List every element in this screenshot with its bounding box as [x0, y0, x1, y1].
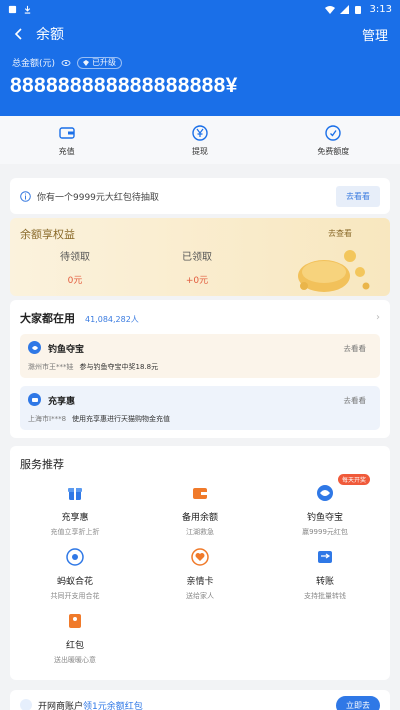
wallet-icon: [191, 484, 209, 502]
fishing-icon: [316, 484, 334, 502]
wifi-icon: [324, 5, 335, 14]
popular-item-fishing[interactable]: 钓鱼夺宝 去看看 滁州市王***娃 参与钓鱼夺宝中奖18.8元: [20, 334, 380, 378]
popular-card: 大家都在用 41,084,282人 › 钓鱼夺宝 去看看 滁州市王***娃 参与钓…: [10, 300, 390, 438]
service-sub: 充值立享折上折: [50, 528, 100, 536]
popular-item-chongxianghui[interactable]: 充享惠 去看看 上海市I***8 使用充享惠进行天猫购物金充值: [20, 386, 380, 430]
service-transfer[interactable]: 转账 支持批量转钱: [270, 548, 380, 601]
service-name: 备用余额: [181, 513, 218, 523]
service-name: 亲情卡: [186, 577, 214, 587]
service-chongxianghui[interactable]: 充享惠 充值立享折上折: [20, 484, 130, 537]
service-sub: 共同开支用合花: [50, 592, 100, 600]
battery-icon: [354, 5, 364, 14]
popular-item-text: 使用充享惠进行天猫购物金充值: [72, 415, 171, 423]
received-column: 已领取 +0元: [182, 248, 212, 286]
rights-title: 余额享权益: [20, 228, 75, 241]
notice-go-button[interactable]: 去看看: [336, 185, 380, 207]
free-quota-label: 免费额度: [317, 146, 350, 156]
service-family-card[interactable]: 亲情卡 送给家人: [145, 548, 255, 601]
received-label: 已领取: [182, 252, 212, 263]
action-row: 充值 提现 免费额度: [0, 116, 400, 164]
popular-item-name: 充享惠: [48, 397, 76, 407]
withdraw-icon: [191, 124, 209, 142]
service-fishing[interactable]: 每天开奖 钓鱼夺宝 赢9999元红包: [270, 474, 380, 537]
open-account-prefix: 开网商账户: [38, 701, 84, 710]
withdraw-label: 提现: [191, 146, 208, 156]
open-account-text: 开网商账户领1元余额红包: [38, 699, 143, 710]
status-time: 3:13: [369, 3, 392, 15]
coupon-icon: [28, 393, 41, 406]
service-sub: 江湖救急: [186, 528, 214, 536]
balance-amount: 888888888888888888¥: [10, 74, 238, 97]
manage-button[interactable]: 管理: [362, 25, 388, 44]
service-ant-hehua[interactable]: 蚂蚁合花 共同开支用合花: [20, 548, 130, 601]
open-account-highlight: 领1元余额红包: [83, 701, 143, 710]
piggy-bank-icon: [298, 250, 370, 292]
transfer-icon: [316, 548, 334, 566]
eye-icon[interactable]: [61, 58, 71, 68]
download-icon: [23, 5, 32, 14]
popular-title: 大家都在用: [20, 312, 75, 325]
popular-item-go[interactable]: 去看看: [344, 395, 367, 406]
free-quota-button[interactable]: 免费额度: [267, 116, 400, 164]
recharge-label: 充值: [58, 146, 75, 156]
rights-view-link[interactable]: 去查看: [328, 228, 352, 239]
free-quota-icon: [324, 124, 342, 142]
flower-icon: [66, 548, 84, 566]
red-packet-icon: [66, 612, 84, 630]
service-name: 红包: [65, 641, 84, 651]
heart-icon: [191, 548, 209, 566]
service-red-packet[interactable]: 红包 送出暖暖心意: [20, 612, 130, 665]
withdraw-button[interactable]: 提现: [133, 116, 266, 164]
service-sub: 赢9999元红包: [302, 528, 348, 536]
popular-item-name: 钓鱼夺宝: [48, 345, 85, 355]
popular-item-user: 上海市I***8: [28, 415, 67, 423]
popular-item-go[interactable]: 去看看: [344, 343, 367, 354]
back-arrow-icon[interactable]: [12, 27, 26, 41]
pending-column: 待领取 0元: [60, 248, 90, 286]
service-sub: 支持批量转钱: [304, 592, 346, 600]
services-card: 服务推荐 充享惠 充值立享折上折 备用余额 江湖救急 每天开奖 钓鱼夺宝 赢99…: [10, 446, 390, 680]
total-amount-label: 总金额(元): [12, 59, 56, 69]
recharge-button[interactable]: 充值: [0, 116, 133, 164]
pending-label: 待领取: [60, 252, 90, 263]
service-name: 钓鱼夺宝: [306, 513, 343, 523]
popular-count: 41,084,282人: [85, 315, 139, 324]
services-title: 服务推荐: [20, 458, 64, 471]
service-sub: 送给家人: [186, 592, 214, 600]
info-icon: [20, 190, 31, 202]
balance-header: 余额 管理 总金额(元) 已升级 888888888888888888¥: [0, 18, 400, 116]
notice-text: 你有一个9999元大红包待抽取: [37, 192, 159, 203]
popular-item-user: 滁州市王***娃: [28, 363, 74, 371]
open-account-banner[interactable]: 开网商账户领1元余额红包 立即去: [10, 690, 390, 710]
balance-rights-card[interactable]: 余额享权益 去查看 待领取 0元 已领取 +0元: [10, 218, 390, 296]
service-name: 充享惠: [61, 513, 89, 523]
page-title: 余额: [36, 26, 64, 42]
fishing-icon: [28, 341, 41, 354]
service-name: 蚂蚁合花: [56, 577, 93, 587]
bank-icon: [20, 699, 32, 710]
signal-icon: [339, 4, 349, 14]
popular-item-desc: 上海市I***8 使用充享惠进行天猫购物金充值: [28, 414, 170, 424]
red-packet-notice[interactable]: 你有一个9999元大红包待抽取 去看看: [10, 178, 390, 214]
status-bar: 3:13: [0, 0, 400, 18]
popular-item-text: 参与钓鱼夺宝中奖18.8元: [79, 363, 159, 371]
service-backup-balance[interactable]: 备用余额 江湖救急: [145, 484, 255, 537]
notification-icon: [8, 5, 17, 14]
received-value: +0元: [185, 276, 209, 286]
pending-value: 0元: [67, 276, 83, 286]
gift-box-icon: [66, 484, 84, 502]
daily-draw-badge: 每天开奖: [338, 474, 371, 485]
upgraded-badge: 已升级: [77, 56, 123, 69]
service-name: 转账: [315, 577, 334, 587]
upgraded-badge-label: 已升级: [92, 58, 117, 67]
diamond-icon: [83, 59, 90, 66]
open-account-button[interactable]: 立即去: [336, 695, 380, 710]
popular-item-desc: 滁州市王***娃 参与钓鱼夺宝中奖18.8元: [28, 362, 158, 372]
chevron-right-icon[interactable]: ›: [376, 312, 380, 323]
recharge-icon: [58, 124, 76, 142]
service-sub: 送出暖暖心意: [54, 656, 96, 664]
